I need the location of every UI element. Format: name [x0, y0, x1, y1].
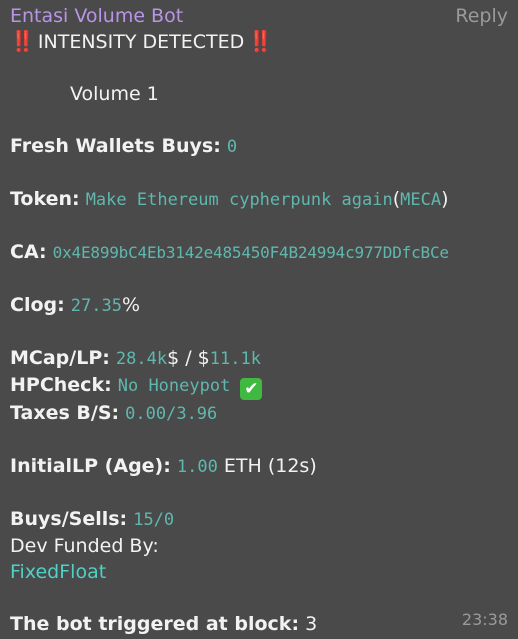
dev-funded-link[interactable]: FixedFloat [10, 561, 106, 583]
double-exclamation-icon: ‼️ [248, 29, 273, 53]
sender-name[interactable]: Entasi Volume Bot [10, 4, 183, 28]
lp-value[interactable]: 11.1k [210, 349, 261, 369]
contract-address[interactable]: 0x4E899bC4Eb3142e485450F4B24994c977DDfcB… [53, 243, 449, 262]
mcap-label: MCap/LP: [10, 347, 110, 369]
message-timestamp: 23:38 [461, 610, 508, 629]
fresh-wallets-line: Fresh Wallets Buys: 0 [10, 133, 510, 160]
message-header: Entasi Volume Bot Reply [10, 4, 510, 28]
initial-lp-value[interactable]: 1.00 [177, 457, 218, 477]
token-name[interactable]: Make Ethereum cypherpunk again [86, 190, 393, 210]
double-exclamation-icon: ‼️ [10, 29, 35, 53]
initial-lp-age: (12s) [267, 455, 317, 477]
token-symbol[interactable]: MECA [400, 190, 441, 210]
mcap-line: MCap/LP: 28.4k$ / $11.1k [10, 345, 510, 372]
buys-sells-line: Buys/Sells: 15/0 [10, 506, 510, 533]
initial-lp-label: InitialLP (Age): [10, 455, 171, 477]
ca-line: CA: 0x4E899bC4Eb3142e485450F4B24994c977D… [10, 239, 510, 266]
token-label: Token: [10, 188, 80, 210]
clog-label: Clog: [10, 294, 65, 316]
hpcheck-line: HPCheck: No Honeypot ✔ [10, 372, 510, 400]
mcap-separator: $ / $ [167, 347, 210, 369]
initial-lp-line: InitialLP (Age): 1.00 ETH (12s) [10, 453, 510, 480]
trigger-value: 3 [305, 613, 318, 635]
volume-text: Volume 1 [70, 83, 159, 105]
token-line: Token: Make Ethereum cypherpunk again(ME… [10, 186, 510, 213]
buys-sells-label: Buys/Sells: [10, 508, 128, 530]
taxes-line: Taxes B/S: 0.00/3.96 [10, 400, 510, 427]
trigger-label: The bot triggered at block: [10, 613, 300, 635]
dev-funded-line: Dev Funded By: [10, 533, 510, 559]
hpcheck-value[interactable]: No Honeypot [118, 376, 231, 396]
initial-lp-unit: ETH [223, 455, 262, 477]
mcap-value[interactable]: 28.4k [116, 349, 167, 369]
alert-text: INTENSITY DETECTED [37, 31, 245, 53]
alert-line: ‼️ INTENSITY DETECTED ‼️ [10, 28, 510, 55]
clog-value[interactable]: 27.35 [71, 296, 122, 316]
hpcheck-label: HPCheck: [10, 374, 112, 396]
ca-label: CA: [10, 241, 47, 263]
fresh-wallets-value[interactable]: 0 [227, 137, 237, 157]
message-bubble: Entasi Volume Bot Reply ‼️ INTENSITY DETE… [0, 0, 518, 639]
dev-funded-source-line: FixedFloat [10, 559, 510, 585]
trigger-line: The bot triggered at block: 3 [10, 611, 510, 637]
dev-funded-label: Dev Funded By: [10, 535, 159, 557]
reply-button[interactable]: Reply [455, 4, 508, 28]
token-close-paren: ) [441, 188, 449, 210]
clog-unit: % [121, 294, 141, 316]
volume-line: Volume 1 [10, 81, 510, 107]
buys-sells-value[interactable]: 15/0 [133, 510, 174, 530]
fresh-wallets-label: Fresh Wallets Buys: [10, 135, 221, 157]
taxes-label: Taxes B/S: [10, 402, 120, 424]
check-mark-icon: ✔ [240, 378, 263, 400]
taxes-value[interactable]: 0.00/3.96 [125, 404, 217, 424]
clog-line: Clog: 27.35% [10, 292, 510, 319]
